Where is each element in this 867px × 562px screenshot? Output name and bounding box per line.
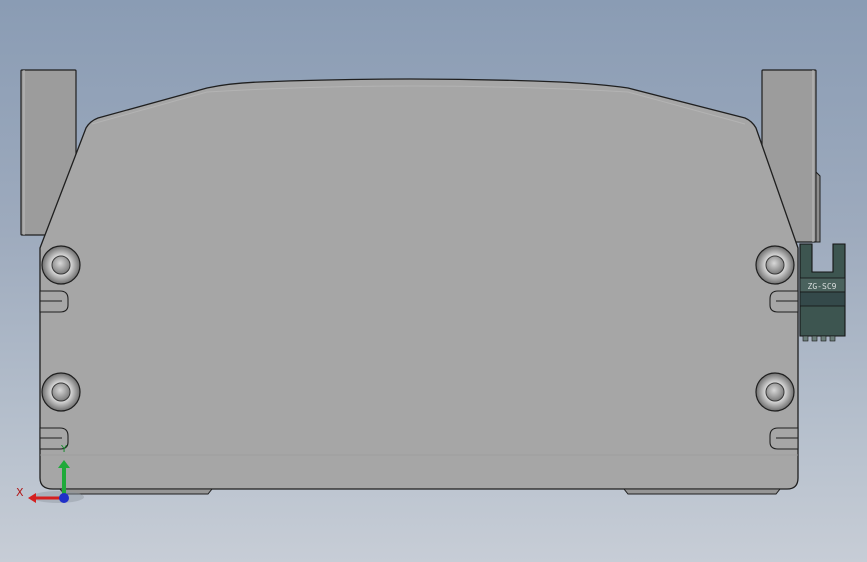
triad-x-label: X [16,486,24,499]
cad-viewport[interactable]: ZG-SC9 X Y [0,0,867,562]
mount-hole-bottom-right[interactable] [755,372,795,412]
right-foot [622,488,782,495]
housing-body [39,78,799,490]
side-connector[interactable]: ZG-SC9 [799,243,846,342]
z-axis-dot [59,493,69,503]
triad-y-label: Y [61,444,68,455]
mount-hole-top-left[interactable] [41,245,81,285]
mount-hole-top-right[interactable] [755,245,795,285]
connector-marking: ZG-SC9 [808,282,837,291]
left-foot [58,488,214,495]
mount-hole-bottom-left[interactable] [41,372,81,412]
connector-pins [802,335,836,342]
model-view[interactable]: ZG-SC9 [0,0,867,562]
